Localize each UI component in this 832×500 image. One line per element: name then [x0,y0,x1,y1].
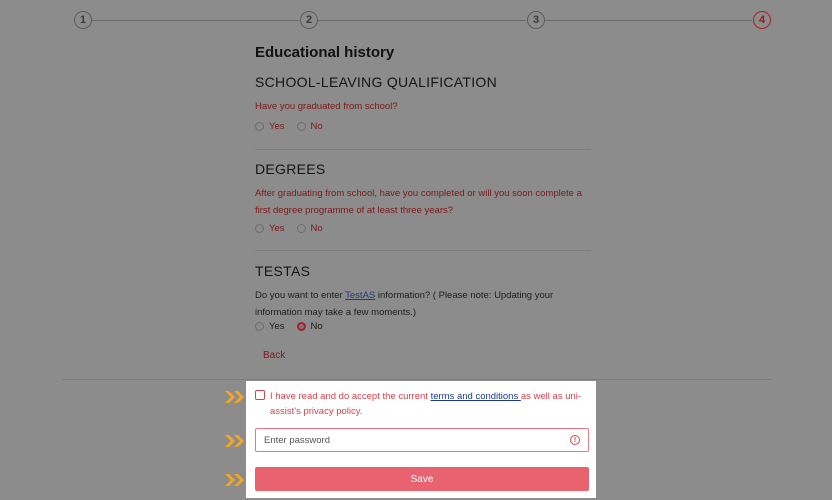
testas-link[interactable]: TestAS [345,290,375,301]
radio-yes-label[interactable]: Yes [269,321,285,332]
section-heading-school-leaving: SCHOOL-LEAVING QUALIFICATION [255,74,498,90]
question-graduated-school: Have you graduated from school? [255,101,398,112]
section-divider [255,149,591,150]
progress-stepper: 1 2 3 4 [0,0,832,40]
question-testas: Do you want to enter TestAS information?… [255,287,591,321]
double-chevron-right-icon [225,474,244,486]
radio-no-selected[interactable] [296,322,306,331]
radio-no-label[interactable]: No [311,121,323,132]
terms-link[interactable]: terms and conditions [431,391,521,402]
question-first-degree: After graduating from school, have you c… [255,188,582,216]
radio-no-label[interactable]: No [311,321,323,332]
warning-icon: ! [570,435,580,445]
radio-group-testas: Yes No [255,321,335,332]
section-divider [255,250,591,251]
stepper-connector [91,20,299,21]
terms-label: I have read and do accept the current te… [270,389,588,419]
radio-group-graduated: Yes No [255,121,335,132]
step-4-active[interactable]: 4 [753,11,771,29]
save-button[interactable]: Save [255,467,589,491]
back-button[interactable]: Back [263,350,285,361]
step-3[interactable]: 3 [527,11,545,29]
step-2[interactable]: 2 [300,11,318,29]
form-divider [62,379,772,380]
radio-yes[interactable] [255,224,264,233]
double-chevron-right-icon [225,435,244,447]
section-heading-degrees: DEGREES [255,161,326,177]
radio-no[interactable] [296,122,306,131]
terms-text-start: I have read and do accept the current [270,391,431,402]
password-placeholder: Enter password [264,434,331,446]
stepper-connector [544,20,752,21]
radio-yes[interactable] [255,322,264,331]
terms-checkbox[interactable] [255,390,265,400]
radio-yes-label[interactable]: Yes [269,223,285,234]
stepper-connector [317,20,526,21]
section-heading-testas: TESTAS [255,263,311,279]
question-testas-text-start: Do you want to enter [255,290,346,301]
submit-panel: I have read and do accept the current te… [246,381,596,498]
password-field[interactable]: Enter password ! [255,428,589,452]
step-1[interactable]: 1 [74,11,92,29]
double-chevron-right-icon [225,391,244,403]
radio-yes-label[interactable]: Yes [269,121,285,132]
page-title: Educational history [255,44,395,61]
radio-yes[interactable] [255,122,264,131]
radio-no-label[interactable]: No [311,223,323,234]
radio-group-degree: Yes No [255,223,335,234]
radio-no[interactable] [296,224,306,233]
